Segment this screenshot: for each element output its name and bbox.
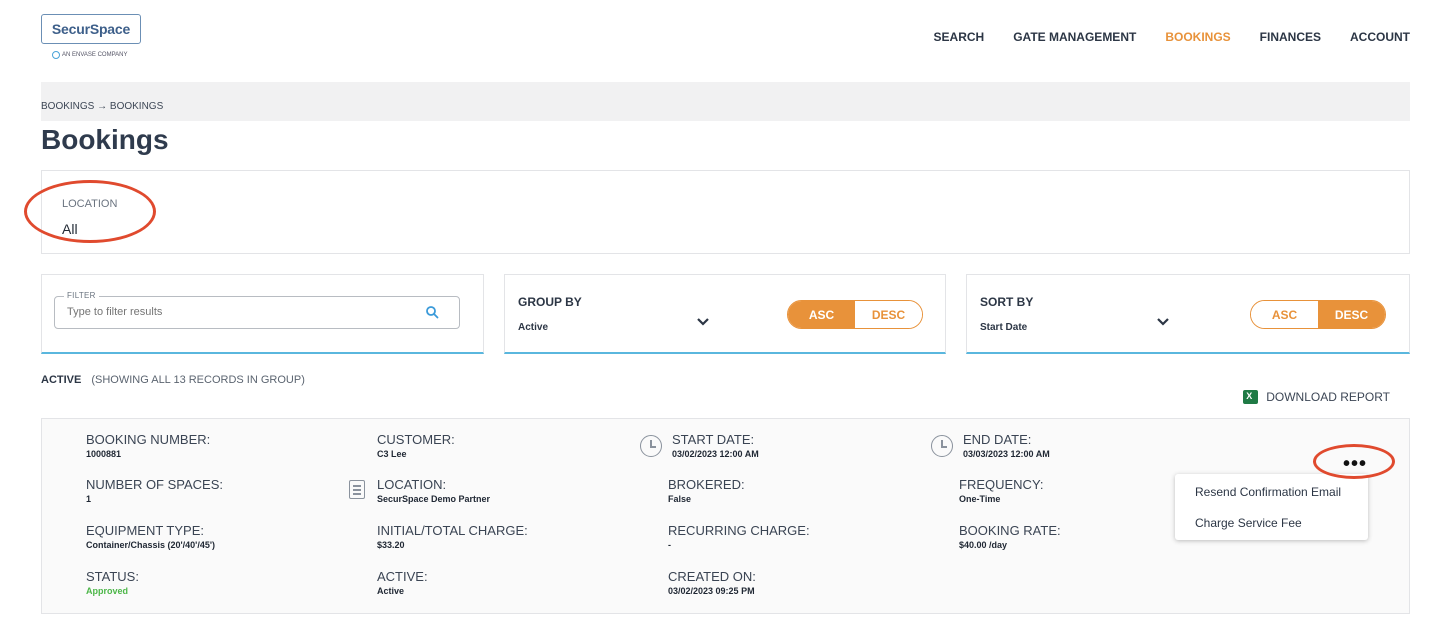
field-value: Container/Chassis (20'/40'/45') (86, 540, 215, 550)
field-value: Active (377, 586, 405, 596)
filter-field[interactable] (54, 296, 460, 329)
group-by-label: GROUP BY (518, 295, 582, 309)
group-name: ACTIVE (41, 374, 82, 386)
field-label: START DATE: (672, 432, 755, 447)
field-value: C3 Lee (377, 449, 407, 459)
field-value: - (668, 540, 671, 550)
field-end-date: END DATE: 03/03/2023 12:00 AM (963, 432, 1050, 459)
field-label: CUSTOMER: (377, 432, 455, 447)
nav-finances[interactable]: FINANCES (1260, 30, 1321, 44)
logo-tagline: AN ENVASE COMPANY (52, 51, 127, 59)
filter-legend: FILTER (64, 291, 99, 300)
document-icon (349, 480, 365, 499)
field-initial-total-charge: INITIAL/TOTAL CHARGE: $33.20 (377, 523, 528, 550)
nav-bookings[interactable]: BOOKINGS (1165, 30, 1230, 44)
clock-icon (931, 435, 953, 457)
field-label: BOOKING RATE: (959, 523, 1061, 538)
field-active: ACTIVE: Active (377, 569, 428, 596)
field-value: $33.20 (377, 540, 405, 550)
nav-account[interactable]: ACCOUNT (1350, 30, 1410, 44)
field-value: False (668, 494, 692, 504)
page-title: Bookings (41, 124, 169, 155)
field-value: 03/02/2023 09:25 PM (668, 586, 755, 596)
group-by-desc-button[interactable]: DESC (855, 301, 922, 328)
search-icon[interactable] (425, 305, 439, 319)
nav-search[interactable]: SEARCH (934, 30, 985, 44)
logo-tagline-text: AN ENVASE COMPANY (62, 52, 128, 58)
sort-by-select[interactable]: Start Date (980, 322, 1027, 333)
field-label: BROKERED: (668, 477, 745, 492)
download-report-label: DOWNLOAD REPORT (1266, 390, 1390, 404)
group-by-panel: GROUP BY Active ASC DESC (504, 274, 946, 354)
field-label: BOOKING NUMBER: (86, 432, 211, 447)
logo[interactable]: SecurSpace (41, 14, 141, 44)
sort-by-label: SORT BY (980, 295, 1034, 309)
location-selector[interactable]: LOCATION All (41, 170, 1410, 254)
field-booking-rate: BOOKING RATE: $40.00 /day (959, 523, 1061, 550)
nav-gate-management[interactable]: GATE MANAGEMENT (1013, 30, 1136, 44)
booking-actions-menu: Resend Confirmation Email Charge Service… (1175, 474, 1368, 540)
menu-item-charge-service-fee[interactable]: Charge Service Fee (1195, 516, 1302, 530)
sort-by-desc-button[interactable]: DESC (1318, 301, 1385, 328)
field-customer: CUSTOMER: C3 Lee (377, 432, 455, 459)
menu-item-resend-confirmation-email[interactable]: Resend Confirmation Email (1195, 485, 1341, 499)
field-value: One-Time (959, 494, 1001, 504)
excel-icon (1243, 390, 1259, 404)
chevron-down-icon[interactable] (1156, 317, 1170, 327)
group-by-select[interactable]: Active (518, 322, 548, 333)
group-header: ACTIVE (SHOWING ALL 13 RECORDS IN GROUP) (41, 374, 305, 386)
breadcrumb-bar (41, 82, 1410, 121)
chevron-down-icon[interactable] (696, 317, 710, 327)
field-booking-number: BOOKING NUMBER: 1000881 (86, 432, 210, 459)
group-count: (SHOWING ALL 13 RECORDS IN GROUP) (91, 374, 305, 386)
field-value: 1000881 (86, 449, 122, 459)
filter-input[interactable] (67, 306, 407, 318)
field-label: END DATE: (963, 432, 1032, 447)
field-label: LOCATION: (377, 477, 447, 492)
field-value: 03/02/2023 12:00 AM (672, 449, 759, 459)
field-brokered: BROKERED: False (668, 477, 745, 504)
field-label: RECURRING CHARGE: (668, 523, 810, 538)
field-value: 1 (86, 494, 92, 504)
field-recurring-charge: RECURRING CHARGE: - (668, 523, 810, 550)
sort-by-panel: SORT BY Start Date ASC DESC (966, 274, 1410, 354)
field-label: EQUIPMENT TYPE: (86, 523, 204, 538)
sort-by-order-toggle: ASC DESC (1250, 300, 1386, 329)
field-value: SecurSpace Demo Partner (377, 494, 491, 504)
booking-card: BOOKING NUMBER: 1000881 CUSTOMER: C3 Lee… (41, 418, 1410, 614)
field-label: ACTIVE: (377, 569, 428, 584)
annotation-circle-more-options (1313, 444, 1395, 479)
download-report-button[interactable]: DOWNLOAD REPORT (1243, 390, 1390, 404)
breadcrumb: BOOKINGS → BOOKINGS (41, 101, 164, 112)
field-label: FREQUENCY: (959, 477, 1044, 492)
field-value: 03/03/2023 12:00 AM (963, 449, 1050, 459)
field-start-date: START DATE: 03/02/2023 12:00 AM (672, 432, 759, 459)
status-badge: Approved (86, 586, 129, 596)
group-by-asc-button[interactable]: ASC (788, 301, 855, 328)
group-by-order-toggle: ASC DESC (787, 300, 923, 329)
clock-icon (640, 435, 662, 457)
logo-text: SecurSpace (51, 21, 131, 37)
field-number-of-spaces: NUMBER OF SPACES: 1 (86, 477, 223, 504)
annotation-circle-location (24, 180, 156, 243)
field-location: LOCATION: SecurSpace Demo Partner (377, 477, 490, 504)
filter-panel: FILTER (41, 274, 484, 354)
field-label: NUMBER OF SPACES: (86, 477, 224, 492)
field-label: INITIAL/TOTAL CHARGE: (377, 523, 528, 538)
field-label: STATUS: (86, 569, 139, 584)
field-label: CREATED ON: (668, 569, 756, 584)
field-status: STATUS: Approved (86, 569, 139, 596)
sort-by-asc-button[interactable]: ASC (1251, 301, 1318, 328)
field-equipment-type: EQUIPMENT TYPE: Container/Chassis (20'/4… (86, 523, 215, 550)
field-created-on: CREATED ON: 03/02/2023 09:25 PM (668, 569, 756, 596)
main-nav: SEARCH GATE MANAGEMENT BOOKINGS FINANCES… (934, 30, 1410, 44)
field-value: $40.00 /day (959, 540, 1008, 550)
envase-ring-icon (52, 51, 60, 59)
field-frequency: FREQUENCY: One-Time (959, 477, 1044, 504)
